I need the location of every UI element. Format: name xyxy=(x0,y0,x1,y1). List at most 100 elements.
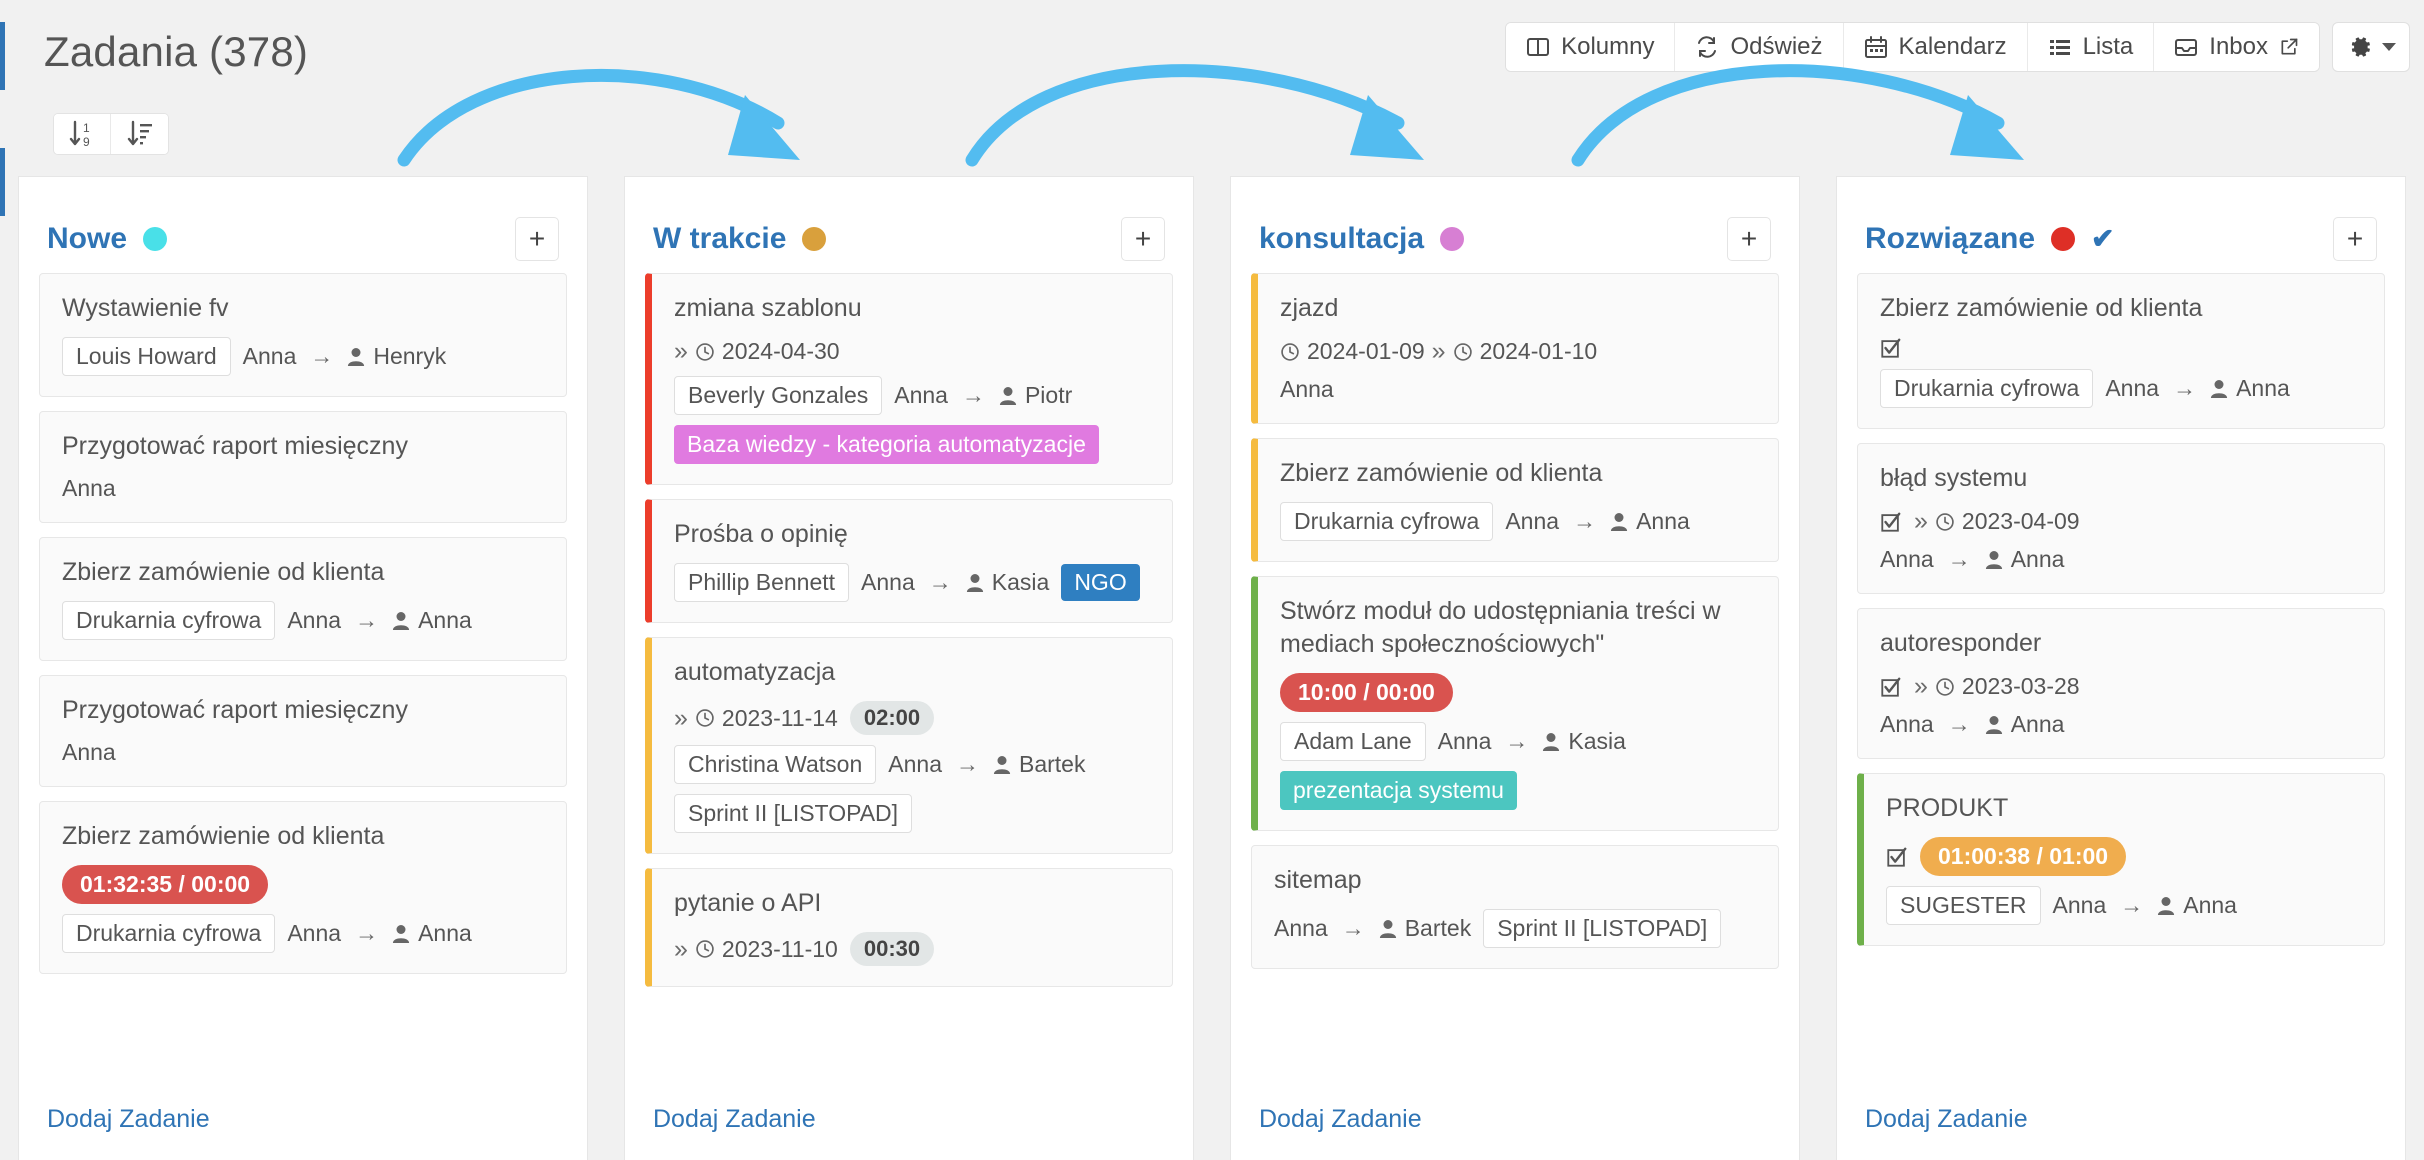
task-assignee-name: Kasia xyxy=(1568,728,1626,754)
column-card-list: Wystawienie fv Louis Howard Anna → Henryk Prz… xyxy=(19,273,587,1160)
date-prefix-icon: » xyxy=(674,934,688,963)
task-card[interactable]: zjazd 2024-01-09» 2024-01-10 Anna xyxy=(1251,273,1779,424)
task-tag[interactable]: Baza wiedzy - kategoria automatyzacje xyxy=(674,425,1099,464)
task-assignee: Bartek xyxy=(993,751,1085,778)
external-link-icon xyxy=(2279,37,2299,57)
add-card-button[interactable]: + xyxy=(2333,217,2377,261)
task-card[interactable]: autoresponder » 2023-03-28 Anna → Anna xyxy=(1857,608,2385,759)
task-card[interactable]: Przygotować raport miesięczny Anna xyxy=(39,675,567,787)
toolbar-label-odswiez: Odśwież xyxy=(1730,33,1823,60)
toolbar-button-kolumny[interactable]: Kolumny xyxy=(1506,23,1676,71)
add-card-button[interactable]: + xyxy=(515,217,559,261)
task-due-date: » 2023-03-28 xyxy=(1914,672,2080,701)
task-project-pill[interactable]: Phillip Bennett xyxy=(674,563,850,602)
calendar-icon xyxy=(1864,35,1888,59)
add-task-link[interactable]: Dodaj Zadanie xyxy=(19,1087,587,1160)
task-duration-chip: 02:00 xyxy=(849,701,935,735)
toolbar-button-odswiez[interactable]: Odśwież xyxy=(1675,23,1844,71)
task-card[interactable]: błąd systemu » 2023-04-09 Anna → Anna xyxy=(1857,443,2385,594)
toolbar-button-kalendarz[interactable]: Kalendarz xyxy=(1843,23,2028,71)
sort-amount-button[interactable] xyxy=(111,114,168,154)
add-task-link[interactable]: Dodaj Zadanie xyxy=(1231,1087,1799,1160)
task-people-row: Drukarnia cyfrowa Anna → Anna xyxy=(1280,502,1756,541)
person-icon xyxy=(993,755,1011,775)
task-project-pill[interactable]: Louis Howard xyxy=(62,337,231,376)
task-done-checkbox-icon[interactable] xyxy=(1880,337,1902,359)
task-sprint-pill[interactable]: Sprint II [LISTOPAD] xyxy=(674,794,913,833)
task-assignee: Bartek xyxy=(1379,915,1471,942)
column-title-group[interactable]: konsultacja xyxy=(1259,222,1465,256)
sort-numeric-button[interactable]: 1 9 xyxy=(54,114,111,154)
task-card[interactable]: sitemap Anna → Bartek Sprint II [LISTOPAD] xyxy=(1251,845,1779,969)
task-card[interactable]: Zbierz zamówienie od klienta 01:32:35 / 0… xyxy=(39,801,567,974)
task-meta-row: 01:32:35 / 00:00 xyxy=(62,865,544,904)
inbox-icon xyxy=(2174,35,2198,59)
task-title: PRODUKT xyxy=(1886,794,2009,822)
task-tag[interactable]: prezentacja systemu xyxy=(1280,771,1517,810)
settings-dropdown-button[interactable] xyxy=(2332,22,2410,72)
task-card[interactable]: Stwórz moduł do udostępniania treści w m… xyxy=(1251,576,1779,831)
page-title: Zadania (378) xyxy=(44,28,309,75)
column-title-group[interactable]: W trakcie xyxy=(653,222,827,256)
add-card-button[interactable]: + xyxy=(1727,217,1771,261)
add-task-link[interactable]: Dodaj Zadanie xyxy=(1837,1087,2405,1160)
task-project-pill[interactable]: Drukarnia cyfrowa xyxy=(62,601,276,640)
task-card[interactable]: pytanie o API » 2023-11-10 00:30 xyxy=(645,868,1173,987)
task-timer-badge: 01:00:38 / 01:00 xyxy=(1920,837,2127,876)
arrow-nowe-to-wtrakcie-head xyxy=(728,95,800,160)
task-author: Anna xyxy=(62,475,116,501)
task-done-checkbox-icon[interactable] xyxy=(1880,676,1902,698)
task-title: pytanie o API xyxy=(674,889,822,917)
task-meta-row: 01:00:38 / 01:00 xyxy=(1886,837,2362,876)
task-project-pill[interactable]: Drukarnia cyfrowa xyxy=(1280,502,1494,541)
task-project-pill[interactable]: Drukarnia cyfrowa xyxy=(62,914,276,953)
task-sprint-pill[interactable]: Sprint II [LISTOPAD] xyxy=(1483,909,1722,948)
add-task-link[interactable]: Dodaj Zadanie xyxy=(625,1087,1193,1160)
task-people-row: Anna xyxy=(62,475,544,502)
task-project-pill[interactable]: Christina Watson xyxy=(674,745,877,784)
task-card[interactable]: Zbierz zamówienie od klienta Drukarnia cy… xyxy=(1251,438,1779,562)
clock-icon xyxy=(1453,342,1473,362)
task-title: błąd systemu xyxy=(1880,464,2028,492)
task-meta-row: 2024-01-09» 2024-01-10 xyxy=(1280,337,1756,366)
task-people-row: Drukarnia cyfrowa Anna → Anna xyxy=(62,601,544,640)
column-name: W trakcie xyxy=(653,222,787,255)
column-title-group[interactable]: Rozwiązane ✔ xyxy=(1865,222,2115,256)
task-card[interactable]: Wystawienie fv Louis Howard Anna → Henryk xyxy=(39,273,567,397)
assignment-arrow-icon: → xyxy=(1505,728,1529,754)
column-body: Rozwiązane ✔ + Zbierz zamówienie od klienta… xyxy=(1836,176,2406,1160)
column-title-group[interactable]: Nowe xyxy=(47,222,168,256)
assignment-arrow-icon: → xyxy=(2173,375,2197,401)
task-project-pill[interactable]: Beverly Gonzales xyxy=(674,376,883,415)
toolbar-button-inbox[interactable]: Inbox xyxy=(2154,23,2319,71)
task-project-pill[interactable]: SUGESTER xyxy=(1886,886,2041,925)
task-card[interactable]: zmiana szablonu » 2024-04-30 Beverly Gonzal… xyxy=(645,273,1173,485)
task-title: Wystawienie fv xyxy=(62,294,229,322)
task-assignee-name: Henryk xyxy=(373,343,447,369)
task-assignee: Anna xyxy=(2157,892,2237,919)
task-card[interactable]: automatyzacja » 2023-11-14 02:00 Christina W… xyxy=(645,637,1173,854)
task-card[interactable]: PRODUKT 01:00:38 / 01:00 SUGESTER Anna → Anna xyxy=(1857,773,2385,946)
clock-icon xyxy=(695,708,715,728)
task-project-pill[interactable]: Adam Lane xyxy=(1280,722,1426,761)
assignment-arrow-icon: → xyxy=(955,751,979,777)
clock-icon xyxy=(1935,512,1955,532)
add-card-button[interactable]: + xyxy=(1121,217,1165,261)
task-card[interactable]: Prośba o opinię Phillip Bennett Anna → Kasia… xyxy=(645,499,1173,623)
task-card[interactable]: Zbierz zamówienie od klienta Drukarnia cy… xyxy=(1857,273,2385,429)
task-assignee-name: Anna xyxy=(418,920,472,946)
task-title: Przygotować raport miesięczny xyxy=(62,432,408,460)
task-timer-badge: 01:32:35 / 00:00 xyxy=(62,865,269,904)
task-done-checkbox-icon[interactable] xyxy=(1880,511,1902,533)
task-meta-row: 10:00 / 00:00 xyxy=(1280,673,1756,712)
toolbar-button-lista[interactable]: Lista xyxy=(2027,23,2155,71)
task-card[interactable]: Zbierz zamówienie od klienta Drukarnia cy… xyxy=(39,537,567,661)
task-card[interactable]: Przygotować raport miesięczny Anna xyxy=(39,411,567,523)
kanban-column-0: Nowe + Wystawienie fv Louis Howard Anna → Henr… xyxy=(0,176,606,1160)
task-done-checkbox-icon[interactable] xyxy=(1886,846,1908,868)
column-body: Nowe + Wystawienie fv Louis Howard Anna → Henr… xyxy=(18,176,588,1160)
task-project-pill[interactable]: Drukarnia cyfrowa xyxy=(1880,369,2094,408)
task-due-date: » 2023-04-09 xyxy=(1914,507,2080,536)
task-due-date-text: 2023-11-10 xyxy=(721,935,838,962)
task-author: Anna xyxy=(1437,728,1492,754)
